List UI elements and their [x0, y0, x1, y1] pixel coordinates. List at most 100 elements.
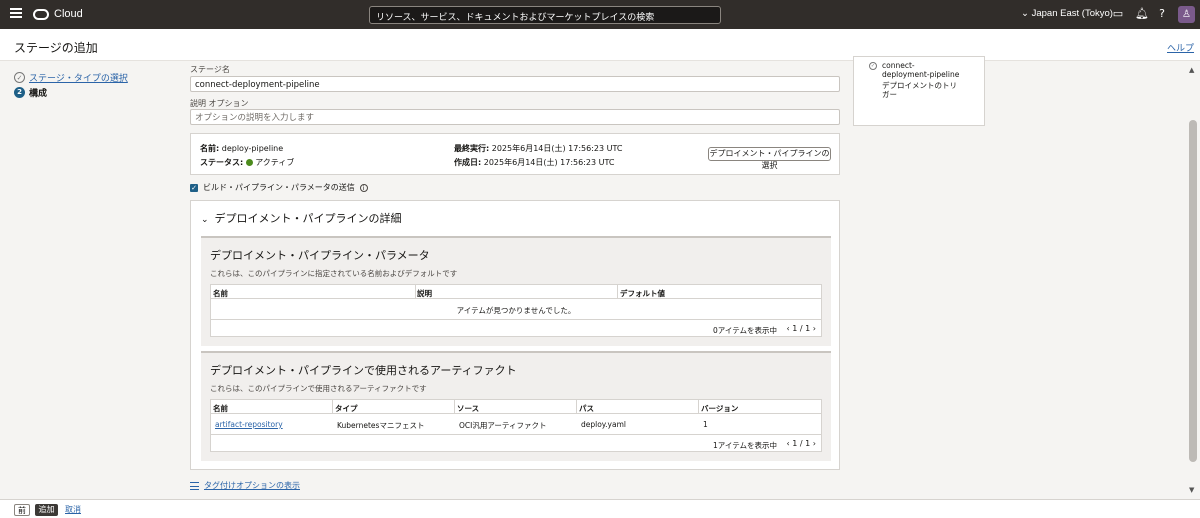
- checkbox-label: ビルド・パイプライン・パラメータの送信: [203, 183, 355, 192]
- item-count: 0アイテムを表示中: [712, 326, 777, 335]
- pagination[interactable]: ‹ 1 / 1 ›: [787, 324, 816, 333]
- artifact-type: Kubernetesマニフェスト: [337, 421, 425, 430]
- column-header[interactable]: タイプ: [335, 403, 358, 414]
- pagination[interactable]: ‹ 1 / 1 ›: [787, 439, 816, 448]
- column-header[interactable]: デフォルト値: [620, 288, 665, 299]
- step-config: 2 構成: [14, 85, 128, 99]
- chevron-right-icon[interactable]: ›: [813, 324, 816, 333]
- table-header: 名前 説明 デフォルト値: [211, 285, 821, 299]
- tag-link-label: タグ付けオプションの表示: [204, 481, 300, 490]
- help-link[interactable]: ヘルプ: [1167, 41, 1194, 54]
- info-icon[interactable]: i: [359, 183, 368, 192]
- menu-icon[interactable]: [10, 8, 22, 20]
- select-pipeline-button[interactable]: デプロイメント・パイプラインの選択: [708, 147, 831, 170]
- preview-stage-type: デプロイメントのトリガー: [882, 81, 957, 99]
- step-label[interactable]: ステージ・タイプの選択: [29, 71, 128, 84]
- name-label: 名前:: [200, 144, 220, 153]
- column-header[interactable]: 名前: [213, 288, 228, 299]
- artifact-version: 1: [703, 420, 708, 429]
- page-header: ステージの追加 ヘルプ: [0, 29, 1200, 61]
- created-row: 作成日: 2025年6月14日(土) 17:56:23 UTC: [454, 157, 615, 168]
- column-header[interactable]: 説明: [417, 288, 432, 299]
- page-title: ステージの追加: [14, 41, 98, 55]
- chevron-down-icon: ⌄: [201, 215, 209, 225]
- table-footer: 1アイテムを表示中 ‹ 1 / 1 ›: [211, 434, 821, 452]
- top-bar: Cloud リソース、サービス、ドキュメントおよびマーケットプレイスの検索 ⌄ …: [0, 0, 1200, 29]
- previous-button[interactable]: 前: [14, 504, 30, 516]
- column-header[interactable]: ソース: [457, 403, 479, 414]
- bell-icon[interactable]: 🔔︎: [1135, 8, 1149, 20]
- logo-text[interactable]: Cloud: [54, 8, 83, 20]
- checkbox-checked-icon[interactable]: ✓: [190, 183, 198, 192]
- created-label: 作成日:: [454, 158, 482, 167]
- artifact-path: deploy.yaml: [581, 420, 626, 429]
- params-section: デプロイメント・パイプライン・パラメータ これらは、このパイプラインに指定されて…: [201, 236, 831, 346]
- artifact-name-link[interactable]: artifact-repository: [215, 420, 283, 429]
- status-label: ステータス:: [200, 158, 244, 167]
- status-row: ステータス: アクティブ: [200, 157, 294, 168]
- name-row: 名前: deploy-pipeline: [200, 143, 283, 154]
- page-indicator: 1 / 1: [792, 324, 811, 333]
- scroll-down-icon[interactable]: ▼: [1189, 486, 1194, 494]
- stage-name-label: ステージ名: [190, 65, 230, 74]
- artifacts-desc: これらは、このパイプラインで使用されるアーティファクトです: [210, 384, 427, 393]
- created-value: 2025年6月14日(土) 17:56:23 UTC: [483, 158, 615, 167]
- chevron-left-icon[interactable]: ‹: [787, 439, 790, 448]
- cloud-shell-icon[interactable]: ▭: [1112, 8, 1124, 20]
- chevron-left-icon[interactable]: ‹: [787, 324, 790, 333]
- send-params-checkbox-row[interactable]: ✓ ビルド・パイプライン・パラメータの送信 i: [190, 182, 368, 193]
- cancel-link[interactable]: 取消: [64, 504, 82, 516]
- scrollbar[interactable]: ▲ ▼: [1186, 62, 1200, 497]
- details-toggle[interactable]: ⌄ デプロイメント・パイプラインの詳細: [201, 210, 402, 226]
- add-button[interactable]: 追加: [35, 504, 58, 516]
- step-number: 2: [14, 86, 25, 98]
- preview-stage-name: connect-deployment-pipeline: [882, 61, 960, 79]
- wizard-steps: ✓ ステージ・タイプの選択 2 構成: [14, 70, 128, 100]
- artifacts-table: 名前 タイプ ソース パス バージョン artifact-repository …: [210, 399, 822, 452]
- params-table: 名前 説明 デフォルト値 アイテムが見つかりませんでした。 0アイテムを表示中 …: [210, 284, 822, 337]
- oracle-logo-icon[interactable]: [33, 9, 49, 20]
- column-header[interactable]: バージョン: [701, 403, 738, 414]
- page-indicator: 1 / 1: [792, 439, 811, 448]
- step-stage-type[interactable]: ✓ ステージ・タイプの選択: [14, 70, 128, 84]
- description-label: 説明 オプション: [190, 99, 249, 108]
- pipeline-details-panel: ⌄ デプロイメント・パイプラインの詳細 デプロイメント・パイプライン・パラメータ …: [190, 200, 840, 470]
- details-title: デプロイメント・パイプラインの詳細: [214, 212, 402, 225]
- step-label: 構成: [29, 88, 48, 99]
- table-header: 名前 タイプ ソース パス バージョン: [211, 400, 821, 414]
- region-selector[interactable]: ⌄ Japan East (Tokyo): [1021, 8, 1113, 19]
- artifacts-title: デプロイメント・パイプラインで使用されるアーティファクト: [210, 364, 517, 377]
- column-header[interactable]: 名前: [213, 403, 228, 414]
- search-input[interactable]: リソース、サービス、ドキュメントおよびマーケットプレイスの検索: [369, 6, 721, 24]
- avatar[interactable]: ♙: [1178, 6, 1195, 23]
- scroll-up-icon[interactable]: ▲: [1189, 66, 1194, 74]
- item-count: 1アイテムを表示中: [712, 441, 777, 450]
- region-label: Japan East (Tokyo): [1031, 8, 1113, 19]
- last-run-label: 最終実行:: [454, 144, 490, 153]
- empty-message: アイテムが見つかりませんでした。: [456, 306, 576, 315]
- table-footer: 0アイテムを表示中 ‹ 1 / 1 ›: [211, 319, 821, 337]
- last-run-value: 2025年6月14日(土) 17:56:23 UTC: [491, 144, 623, 153]
- scroll-thumb[interactable]: [1189, 120, 1197, 462]
- params-desc: これらは、このパイプラインに指定されている名前およびデフォルトです: [210, 269, 458, 278]
- name-value: deploy-pipeline: [221, 144, 284, 153]
- check-circle-icon: ✓: [869, 62, 877, 70]
- artifact-source: OCI汎用アーティファクト: [459, 421, 547, 430]
- params-title: デプロイメント・パイプライン・パラメータ: [210, 249, 430, 262]
- help-icon[interactable]: ?: [1156, 8, 1168, 20]
- footer-bar: 前 追加 取消: [0, 499, 1200, 518]
- pipeline-summary-card: 名前: deploy-pipeline ステータス: アクティブ 最終実行: 20…: [190, 133, 840, 175]
- artifacts-section: デプロイメント・パイプラインで使用されるアーティファクト これらは、このパイプラ…: [201, 351, 831, 461]
- sliders-icon: [190, 481, 199, 490]
- stage-name-input[interactable]: connect-deployment-pipeline: [190, 76, 840, 92]
- description-input[interactable]: オプションの説明を入力します: [190, 109, 840, 125]
- column-header[interactable]: パス: [579, 403, 594, 414]
- status-dot-icon: [246, 159, 254, 166]
- last-run-row: 最終実行: 2025年6月14日(土) 17:56:23 UTC: [454, 143, 623, 154]
- status-value: アクティブ: [255, 158, 295, 167]
- chevron-down-icon: ⌄: [1021, 8, 1032, 19]
- check-circle-icon: ✓: [14, 71, 25, 83]
- stage-preview-card: ✓ connect-deployment-pipeline デプロイメントのトリ…: [853, 56, 985, 126]
- show-tagging-options-link[interactable]: タグ付けオプションの表示: [190, 480, 300, 491]
- chevron-right-icon[interactable]: ›: [813, 439, 816, 448]
